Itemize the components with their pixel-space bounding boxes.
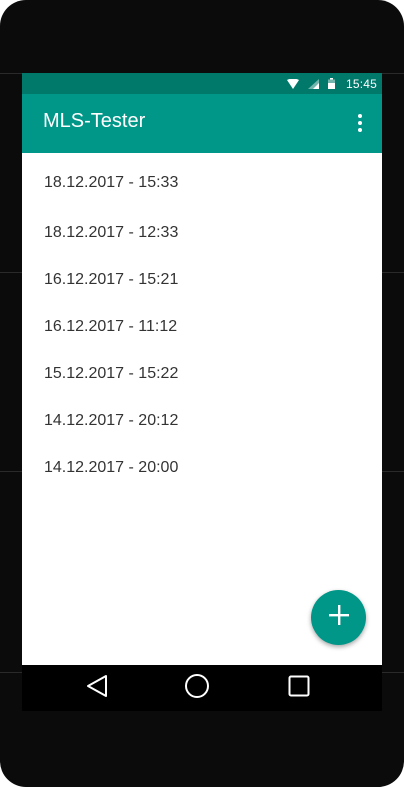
status-bar: 15:45	[22, 73, 382, 94]
app-screen: 15:45 MLS-Tester 18.12.2017 - 15:33 18.1…	[22, 73, 382, 665]
menu-dot	[358, 121, 362, 125]
menu-dot	[358, 128, 362, 132]
app-bar: MLS-Tester	[22, 94, 382, 153]
status-time: 15:45	[345, 76, 377, 91]
list-item[interactable]: 14.12.2017 - 20:12	[22, 391, 382, 438]
list-item[interactable]: 15.12.2017 - 15:22	[22, 344, 382, 391]
phone-frame: 15:45 MLS-Tester 18.12.2017 - 15:33 18.1…	[0, 0, 404, 787]
list-item[interactable]: 18.12.2017 - 15:33	[22, 153, 382, 203]
status-icons: 15:45	[286, 73, 377, 94]
list-item[interactable]: 16.12.2017 - 15:21	[22, 250, 382, 297]
list-item[interactable]: 18.12.2017 - 12:33	[22, 203, 382, 250]
app-title: MLS-Tester	[43, 110, 146, 132]
plus-icon	[328, 605, 349, 630]
home-icon	[184, 673, 210, 704]
add-button[interactable]	[311, 590, 366, 645]
back-button[interactable]	[67, 665, 127, 711]
home-button[interactable]	[167, 665, 227, 711]
list-item[interactable]: 14.12.2017 - 20:00	[22, 438, 382, 485]
cell-signal-icon	[307, 78, 319, 89]
menu-dot	[358, 114, 362, 118]
list-item[interactable]: 16.12.2017 - 11:12	[22, 297, 382, 344]
back-icon	[86, 674, 108, 703]
session-list: 18.12.2017 - 15:33 18.12.2017 - 12:33 16…	[22, 153, 382, 485]
wifi-icon	[286, 78, 299, 89]
navigation-bar	[22, 665, 382, 711]
overflow-menu-icon[interactable]	[352, 111, 368, 135]
recents-button[interactable]	[269, 665, 329, 711]
battery-icon	[327, 78, 335, 89]
recents-icon	[288, 675, 310, 702]
